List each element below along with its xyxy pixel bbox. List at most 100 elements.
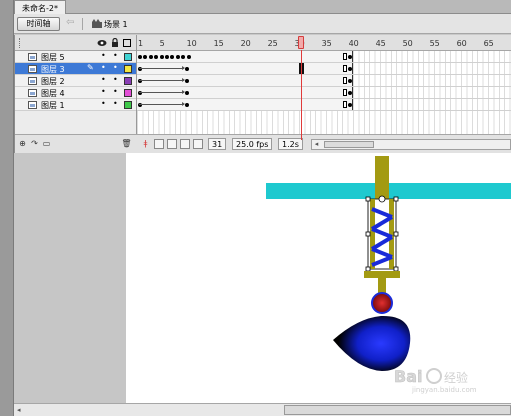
layer-row[interactable]: 图层 4 • •	[15, 87, 136, 99]
frame-row[interactable]	[137, 99, 511, 111]
layer-name[interactable]: 图层 4	[41, 88, 65, 99]
layer-row[interactable]: 图层 5 • •	[15, 51, 136, 63]
end-frame[interactable]	[343, 89, 347, 96]
scene-label[interactable]: 场景 1	[104, 19, 128, 30]
outline-toggle-icon[interactable]	[123, 39, 131, 47]
end-frame[interactable]	[343, 101, 347, 108]
delete-layer-icon[interactable]: 🗑	[121, 139, 132, 149]
keyframe[interactable]	[185, 79, 189, 83]
lock-toggle[interactable]: •	[113, 63, 118, 72]
ruler-number: 1	[138, 39, 144, 48]
lock-toggle[interactable]: •	[113, 75, 118, 84]
motion-tween	[139, 78, 185, 82]
scene-icon	[92, 19, 102, 28]
layer-icon	[28, 77, 37, 85]
timeline-scrollbar[interactable]: ◂	[311, 139, 511, 150]
tools-strip	[0, 0, 14, 416]
pencil-icon: ✎	[87, 63, 94, 72]
back-arrow-icon[interactable]: ⇦	[66, 17, 78, 29]
timeline-footer: ⊕ ↷ ▭ 🗑 ǂ 31 25.0 fps 1.2s ◂	[15, 134, 511, 153]
frame-row[interactable]	[137, 51, 511, 63]
frame-ruler[interactable]: 15101520253035404550556065	[136, 35, 511, 51]
outline-color-swatch[interactable]	[124, 65, 132, 73]
end-frame[interactable]	[343, 53, 347, 60]
scroll-thumb[interactable]	[324, 141, 374, 148]
new-layer-icon[interactable]: ⊕	[17, 139, 28, 149]
visibility-toggle[interactable]: •	[101, 63, 106, 72]
top-rod	[375, 156, 389, 199]
keyframe[interactable]	[348, 103, 352, 107]
layer-row[interactable]: 图层 1 • •	[15, 99, 136, 111]
frame-row[interactable]	[137, 87, 511, 99]
motion-tween	[139, 90, 185, 94]
new-folder-icon[interactable]: ▭	[41, 139, 52, 149]
onion-outline-icon[interactable]	[167, 139, 177, 149]
keyframe[interactable]	[348, 79, 352, 83]
frames-grid[interactable]	[136, 51, 511, 134]
layer-row[interactable]: 图层 2 • •	[15, 75, 136, 87]
timeline-toggle-button[interactable]: 时间轴	[17, 17, 60, 31]
svg-text:jingyan.baidu.com: jingyan.baidu.com	[411, 386, 477, 394]
layer-name[interactable]: 图层 5	[41, 52, 65, 63]
eye-icon[interactable]	[97, 39, 107, 47]
layer-name[interactable]: 图层 2	[41, 76, 65, 87]
layer-row[interactable]: 图层 3 ✎ • •	[15, 63, 136, 75]
center-frame-icon[interactable]: ǂ	[140, 139, 151, 149]
keyframe[interactable]	[348, 55, 352, 59]
keyframe[interactable]	[348, 91, 352, 95]
keyframe[interactable]	[348, 67, 352, 71]
keyframe[interactable]	[148, 55, 153, 59]
panel-grip[interactable]	[19, 38, 21, 48]
keyframe[interactable]	[165, 55, 169, 59]
motion-guide-icon[interactable]: ↷	[29, 139, 40, 149]
ruler-number: 10	[186, 39, 197, 48]
keyframe[interactable]	[138, 55, 142, 59]
scroll-left-icon[interactable]: ◂	[312, 140, 321, 149]
lock-icon[interactable]	[111, 38, 119, 47]
keyframe[interactable]	[185, 91, 189, 95]
document-tab[interactable]: 未命名-2*	[14, 0, 66, 14]
visibility-toggle[interactable]: •	[101, 51, 106, 60]
visibility-toggle[interactable]: •	[101, 75, 106, 84]
layer-name[interactable]: 图层 1	[41, 100, 65, 111]
ruler-number: 15	[213, 39, 224, 48]
layer-icon	[28, 53, 37, 61]
edit-multiple-frames-icon[interactable]	[180, 139, 190, 149]
keyframe[interactable]	[185, 103, 189, 107]
lock-toggle[interactable]: •	[113, 99, 118, 108]
lock-toggle[interactable]: •	[113, 87, 118, 96]
stage-scrollbar[interactable]: ◂	[14, 403, 511, 416]
keyframe[interactable]	[185, 67, 189, 71]
lock-toggle[interactable]: •	[113, 51, 118, 60]
keyframe[interactable]	[175, 55, 180, 59]
frame-span[interactable]	[137, 51, 353, 62]
cross-bar	[364, 271, 400, 278]
end-frame[interactable]	[343, 65, 347, 72]
layer-icon	[28, 65, 37, 73]
modify-onion-markers-icon[interactable]	[193, 139, 203, 149]
scroll-thumb[interactable]	[284, 405, 511, 415]
ruler-number: 35	[321, 39, 332, 48]
keyframe[interactable]	[159, 55, 164, 59]
ruler-number: 55	[429, 39, 440, 48]
outline-color-swatch[interactable]	[124, 77, 132, 85]
frame-row[interactable]	[137, 63, 511, 75]
layer-list: 图层 5 • • 图层 3 ✎ • • 图层 2 • • 图层 4 • • 图层 1 • •	[15, 51, 136, 111]
ruler-number: 45	[375, 39, 386, 48]
outline-color-swatch[interactable]	[124, 89, 132, 97]
frame-rate-field[interactable]: 25.0 fps	[232, 138, 273, 150]
outline-color-swatch[interactable]	[124, 53, 132, 61]
playhead[interactable]	[298, 36, 304, 49]
frame-row[interactable]	[137, 75, 511, 87]
keyframe[interactable]	[186, 55, 191, 59]
visibility-toggle[interactable]: •	[101, 87, 106, 96]
scroll-left-icon[interactable]: ◂	[17, 405, 26, 415]
layer-name[interactable]: 图层 3	[41, 64, 65, 75]
end-frame[interactable]	[343, 77, 347, 84]
outline-color-swatch[interactable]	[124, 101, 132, 109]
visibility-toggle[interactable]: •	[101, 99, 106, 108]
ruler-number: 60	[456, 39, 467, 48]
layer-icon	[28, 89, 37, 97]
onion-skin-icon[interactable]	[154, 139, 164, 149]
layer-icon	[28, 101, 37, 109]
